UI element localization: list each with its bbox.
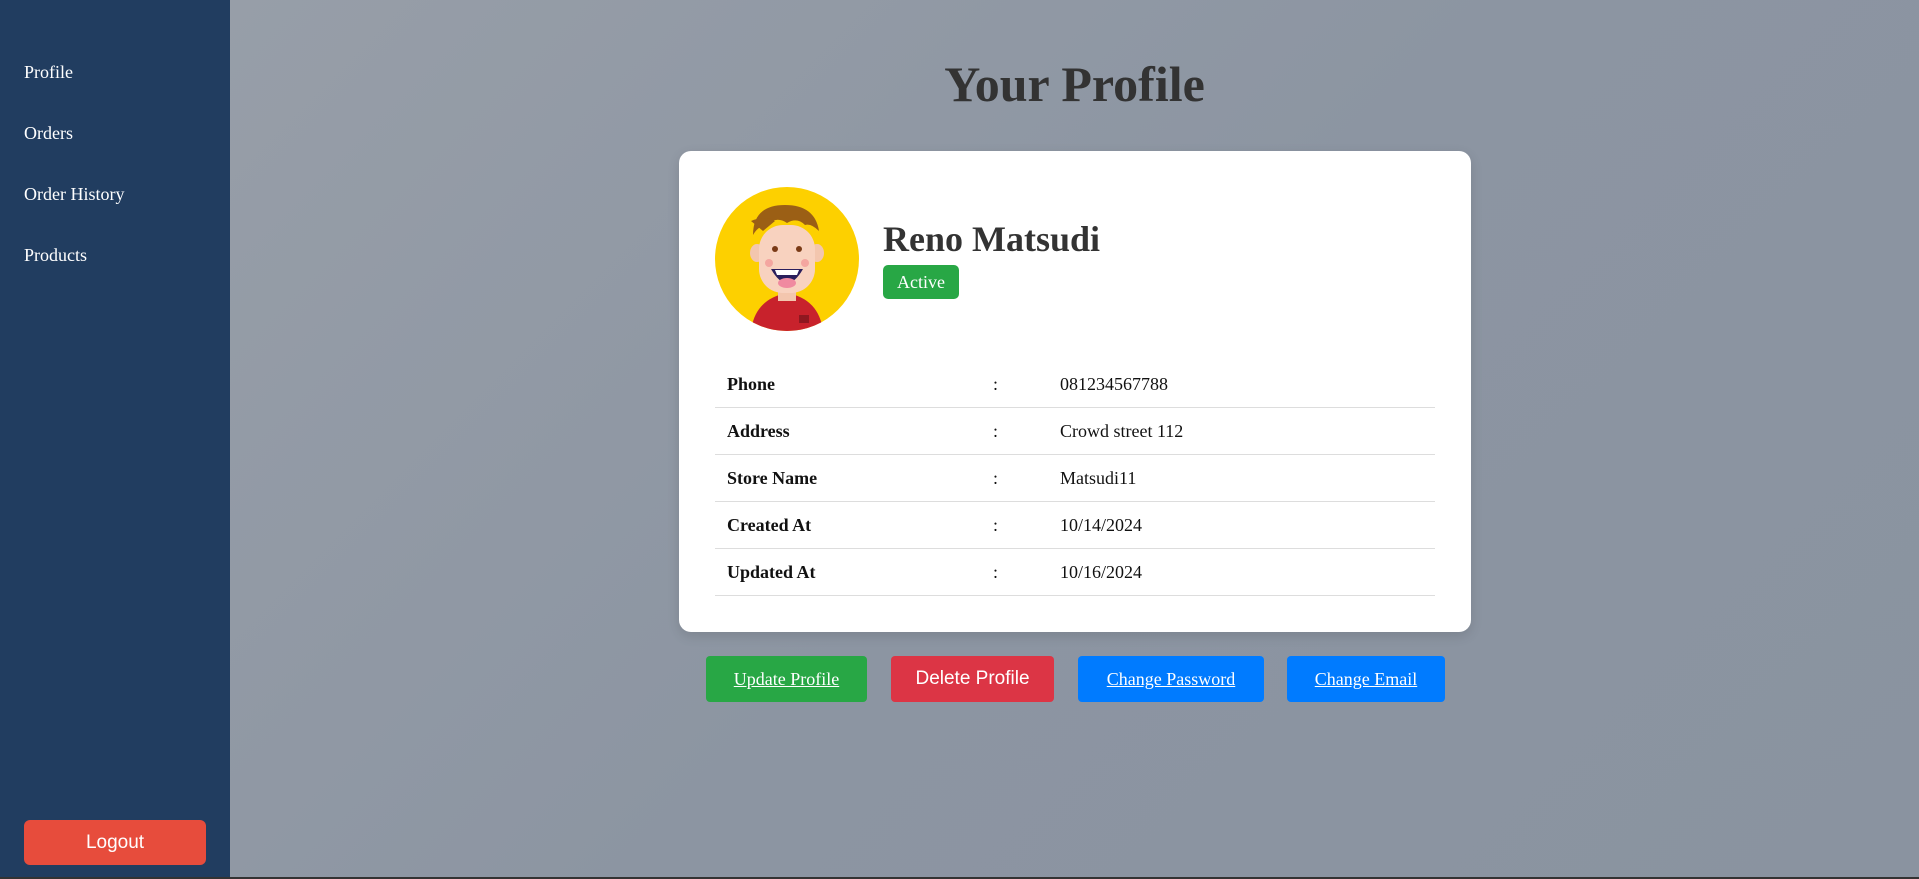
cartoon-avatar-icon bbox=[750, 205, 824, 331]
row-value: 10/14/2024 bbox=[1060, 514, 1143, 535]
profile-card: Reno Matsudi Active Phone : 081234567788… bbox=[679, 151, 1471, 632]
table-row: Updated At : 10/16/2024 bbox=[715, 549, 1435, 596]
row-separator: : bbox=[993, 514, 999, 535]
row-label: Updated At bbox=[727, 561, 816, 582]
avatar bbox=[715, 187, 859, 331]
row-value: Crowd street 112 bbox=[1060, 420, 1184, 441]
row-label: Address bbox=[727, 420, 790, 441]
row-separator: : bbox=[993, 561, 999, 582]
main-content: Your Profile Reno Matsudi Active Phone:… bbox=[230, 0, 1919, 877]
change-email-button[interactable]: Change Email bbox=[1287, 656, 1445, 702]
table-row: Phone : 081234567788 bbox=[715, 361, 1435, 408]
sidebar-item-profile[interactable]: Profile bbox=[24, 52, 124, 113]
sidebar: Profile Orders Order History Products Lo… bbox=[0, 0, 230, 877]
table-row: Store Name : Matsudi11 bbox=[715, 455, 1435, 502]
status-badge: Active bbox=[883, 265, 959, 299]
row-separator: : bbox=[993, 373, 999, 394]
row-label: Store Name bbox=[727, 467, 818, 488]
row-value: 081234567788 bbox=[1060, 373, 1168, 394]
sidebar-item-order-history[interactable]: Order History bbox=[24, 174, 124, 235]
table-row: Address : Crowd street 112 bbox=[715, 408, 1435, 455]
row-value: 10/16/2024 bbox=[1060, 561, 1143, 582]
logout-button[interactable]: Logout bbox=[24, 820, 206, 865]
sidebar-item-orders[interactable]: Orders bbox=[24, 113, 124, 174]
row-separator: : bbox=[993, 467, 999, 488]
row-separator: : bbox=[993, 420, 999, 441]
sidebar-nav: Profile Orders Order History Products bbox=[24, 52, 124, 296]
profile-info-table: Phone : 081234567788 Address : Crowd str… bbox=[715, 361, 1435, 596]
page-title: Your Profile bbox=[944, 56, 1205, 112]
delete-profile-button[interactable]: Delete Profile bbox=[891, 656, 1054, 702]
update-profile-button[interactable]: Update Profile bbox=[706, 656, 867, 702]
table-row: Created At : 10/14/2024 bbox=[715, 502, 1435, 549]
sidebar-item-products[interactable]: Products bbox=[24, 235, 124, 296]
row-value: Matsudi11 bbox=[1060, 467, 1137, 488]
user-name: Reno Matsudi bbox=[883, 219, 1101, 259]
row-label: Phone bbox=[727, 373, 776, 394]
row-label: Created At bbox=[727, 514, 812, 535]
change-password-button[interactable]: Change Password bbox=[1078, 656, 1264, 702]
